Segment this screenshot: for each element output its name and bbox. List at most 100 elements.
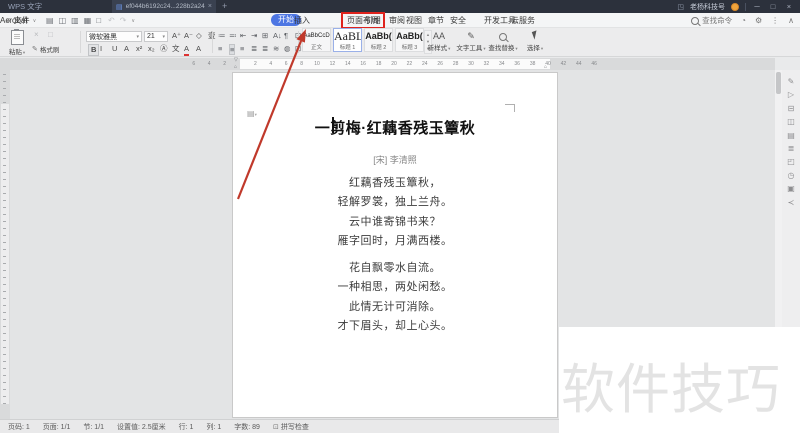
history-panel-icon[interactable]: ◷ bbox=[782, 169, 800, 182]
protect-icon[interactable]: ⊟ bbox=[782, 102, 800, 115]
select-tool-icon[interactable]: ▷ bbox=[782, 88, 800, 101]
account-name[interactable]: 老杨科技号 bbox=[690, 2, 725, 12]
highlight-button[interactable]: A bbox=[196, 44, 201, 54]
find-replace-label: 查找替换 bbox=[488, 45, 514, 52]
close-button[interactable]: × bbox=[784, 2, 794, 11]
font-size-select[interactable]: 21 ▾ bbox=[144, 31, 168, 42]
indent-button[interactable]: ⇥ bbox=[251, 31, 257, 40]
justify-button[interactable]: ≣ bbox=[251, 44, 257, 53]
maximize-button[interactable]: □ bbox=[768, 2, 778, 11]
poem-stanza-2[interactable]: 花自飘零水自流。一种相思，两处闲愁。此情无计可消除。才下眉头，却上心头。 bbox=[233, 259, 557, 337]
settings-gear-icon[interactable]: ⚙ bbox=[755, 16, 762, 25]
poem-line[interactable]: 一种相思，两处闲愁。 bbox=[233, 278, 557, 297]
new-style-button[interactable]: AA 新样式▾ bbox=[424, 30, 454, 55]
poem-author[interactable]: [宋] 李清照 bbox=[233, 153, 557, 166]
new-tab-button[interactable]: + bbox=[222, 0, 227, 13]
align-left-button[interactable]: ≡ bbox=[218, 44, 222, 53]
italic-button[interactable]: I bbox=[100, 44, 102, 54]
cut-button[interactable]: × bbox=[34, 30, 39, 39]
ruler-number: 12 bbox=[330, 61, 336, 67]
ribbon-tab[interactable]: Acrobat bbox=[0, 13, 28, 28]
ribbon-tab[interactable]: 引用 bbox=[365, 13, 381, 28]
scrollbar-thumb[interactable] bbox=[776, 72, 781, 94]
avatar[interactable] bbox=[731, 3, 739, 11]
first-line-indent-marker[interactable]: ▽ bbox=[234, 57, 238, 63]
layers-panel-icon[interactable]: ◰ bbox=[782, 155, 800, 168]
format-painter-label: 格式刷 bbox=[40, 44, 60, 54]
share-arrow-icon[interactable]: ≺ bbox=[782, 196, 800, 209]
style-label: 正文 bbox=[303, 43, 330, 51]
shading-button[interactable]: ◍ bbox=[284, 44, 291, 53]
ribbon-tab[interactable]: 视图 bbox=[406, 13, 422, 28]
line-spacing-button[interactable]: ≋ bbox=[273, 44, 279, 53]
search-command[interactable]: 查找命令 bbox=[691, 15, 732, 26]
ruler-number: 4 bbox=[208, 61, 211, 67]
sync-status-icon[interactable]: ◔ bbox=[741, 16, 746, 25]
distribute-button[interactable]: ≣ bbox=[262, 44, 268, 53]
sort-button[interactable]: A↓ bbox=[273, 31, 282, 40]
superscript-button[interactable]: x² bbox=[136, 44, 142, 54]
horizontal-ruler[interactable]: ▽ ⌂ ⌂ 6422468101214161820222426283032343… bbox=[10, 58, 775, 70]
image-panel-icon[interactable]: ▣ bbox=[782, 182, 800, 195]
font-name-select[interactable]: 微软雅黑 ▾ bbox=[86, 31, 142, 42]
ribbon-tab[interactable]: 安全 bbox=[450, 13, 466, 28]
spell-check-button[interactable]: ⊡ 拼写检查 bbox=[273, 422, 309, 432]
document-tab[interactable]: ▤ ef044b6192c24...228b2a249eca8 × bbox=[112, 0, 216, 13]
poem-stanza-1[interactable]: 红藕香残玉簟秋，轻解罗裳，独上兰舟。云中谁寄锦书来？雁字回时，月满西楼。 bbox=[233, 174, 557, 252]
card-panel-icon[interactable]: ▤ bbox=[782, 129, 800, 142]
ruler-number: 30 bbox=[468, 61, 474, 67]
style-card[interactable]: AaBb( 标题 3 bbox=[395, 28, 424, 52]
ribbon-tab[interactable]: 插入 bbox=[294, 13, 310, 28]
minimize-button[interactable]: ─ bbox=[752, 2, 762, 11]
find-replace-button[interactable]: 查找替换▾ bbox=[488, 30, 518, 55]
style-card[interactable]: AaBbCcD 正文 bbox=[302, 28, 331, 52]
font-color-button[interactable]: A bbox=[184, 44, 189, 56]
asian-layout-button[interactable]: ⊞ bbox=[262, 31, 268, 40]
underline-button[interactable]: U bbox=[112, 44, 117, 54]
poem-line[interactable]: 此情无计可消除。 bbox=[233, 298, 557, 317]
copy-button[interactable]: □ bbox=[48, 30, 53, 39]
text-tool-button[interactable]: ✎ 文字工具▾ bbox=[456, 30, 486, 55]
style-card[interactable]: AaBL 标题 1 bbox=[333, 28, 362, 52]
edit-mode-icon[interactable]: ✎ bbox=[782, 75, 800, 88]
phonetic-guide-button[interactable]: 文 bbox=[172, 44, 180, 54]
poem-line[interactable]: 红藕香残玉簟秋， bbox=[233, 174, 557, 193]
enclose-char-button[interactable]: Ⓐ bbox=[160, 44, 168, 54]
clear-format-icon[interactable]: ◇ bbox=[196, 31, 202, 41]
vertical-ruler[interactable] bbox=[0, 58, 10, 419]
number-list-button[interactable]: ≕ bbox=[229, 31, 237, 40]
ribbon-tab[interactable]: 章节 bbox=[428, 13, 444, 28]
outdent-button[interactable]: ⇤ bbox=[240, 31, 246, 40]
paste-button[interactable]: 粘贴▾ bbox=[6, 30, 28, 55]
select-button[interactable]: 选择▾ bbox=[520, 30, 550, 55]
poem-line[interactable]: 才下眉头，却上心头。 bbox=[233, 317, 557, 336]
poem-line[interactable]: 雁字回时，月满西楼。 bbox=[233, 232, 557, 251]
align-right-button[interactable]: ≡ bbox=[240, 44, 244, 53]
shrink-font-icon[interactable]: A⁻ bbox=[184, 31, 193, 41]
select-cursor-icon bbox=[531, 30, 538, 39]
subscript-button[interactable]: x₂ bbox=[148, 44, 155, 54]
collapse-ribbon-icon[interactable]: ∧ bbox=[788, 16, 794, 25]
notes-panel-icon[interactable]: ≣ bbox=[782, 142, 800, 155]
grow-font-icon[interactable]: A⁺ bbox=[172, 31, 181, 41]
share-doc-icon[interactable]: ◳ bbox=[677, 3, 684, 11]
align-center-button[interactable]: ≡ bbox=[229, 44, 235, 55]
format-painter-button[interactable]: ✎ 格式刷 bbox=[32, 44, 59, 54]
more-options-icon[interactable]: ⋮ bbox=[771, 16, 779, 25]
poem-title[interactable]: 一剪梅·红藕香残玉簟秋 bbox=[233, 117, 557, 138]
ribbon-tab[interactable]: 审阅 bbox=[389, 13, 405, 28]
page[interactable]: ▤▾ 一剪梅·红藕香残玉簟秋 [宋] 李清照 红藕香残玉簟秋，轻解罗裳，独上兰舟… bbox=[232, 72, 558, 418]
chevron-down-icon: ▾ bbox=[541, 46, 543, 51]
status-item: 设置值: 2.5厘米 bbox=[117, 422, 166, 432]
close-tab-icon[interactable]: × bbox=[208, 3, 212, 10]
char-border-button[interactable]: A bbox=[124, 44, 129, 54]
bold-button[interactable]: B bbox=[88, 44, 99, 56]
show-marks-button[interactable]: ¶ bbox=[284, 31, 288, 40]
ribbon-tab[interactable]: 云服务 bbox=[511, 13, 535, 28]
style-card[interactable]: AaBb( 标题 2 bbox=[364, 28, 393, 52]
poem-line[interactable]: 花自飘零水自流。 bbox=[233, 259, 557, 278]
bullet-list-button[interactable]: ≔ bbox=[218, 31, 226, 40]
share-panel-icon[interactable]: ◫ bbox=[782, 115, 800, 128]
poem-line[interactable]: 轻解罗裳，独上兰舟。 bbox=[233, 193, 557, 212]
poem-line[interactable]: 云中谁寄锦书来？ bbox=[233, 213, 557, 232]
